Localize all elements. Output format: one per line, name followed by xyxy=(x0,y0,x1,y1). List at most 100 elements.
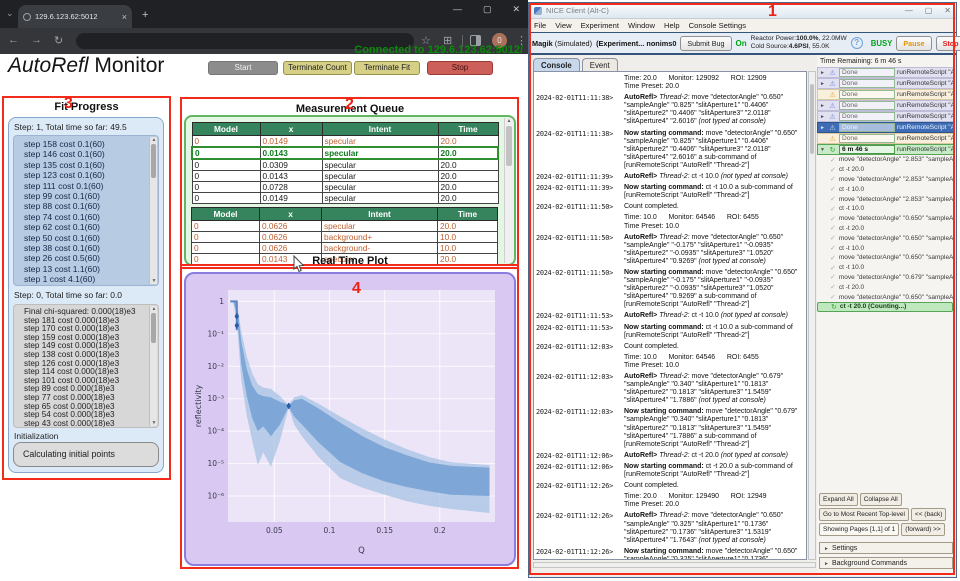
check-icon: ✓ xyxy=(830,224,836,232)
queue-subitem[interactable]: ✓move "detectorAngle" "0.650" "sampleAng… xyxy=(817,253,955,263)
queue-subitem[interactable]: ✓ct -t 20.0 xyxy=(817,224,955,234)
nice-close-button[interactable]: ✕ xyxy=(944,6,951,15)
browser-minimize-button[interactable]: — xyxy=(453,4,462,15)
fit-step1-list[interactable]: ▲▼ step 158 cost 0.1(60)step 146 cost 0.… xyxy=(13,135,159,286)
queue-row[interactable]: ⚠DonerunRemoteScript "AutoRe xyxy=(817,133,955,144)
menu-console-settings[interactable]: Console Settings xyxy=(689,21,746,30)
subitem-command-text: ct -t 10.0 xyxy=(839,186,864,193)
menu-file[interactable]: File xyxy=(534,21,546,30)
reflectivity-plot-svg: 110⁻¹10⁻²10⁻³10⁻⁴10⁻⁵10⁻⁶0.050.10.150.2r… xyxy=(192,278,504,558)
subitem-command-text: move "detectorAngle" "0.650" "sampleAngl… xyxy=(839,294,955,301)
help-icon[interactable]: ? xyxy=(851,37,863,49)
queue-subitem[interactable]: ✓ct -t 20.0 xyxy=(817,282,955,292)
queue-subitem[interactable]: ✓ct -t 10.0 xyxy=(817,243,955,253)
console-horizontal-scrollbar[interactable] xyxy=(533,562,816,568)
check-icon: ✓ xyxy=(830,264,836,272)
menu-experiment[interactable]: Experiment xyxy=(581,21,619,30)
start-button[interactable]: Start xyxy=(208,61,278,75)
submit-bug-button[interactable]: Submit Bug xyxy=(680,36,731,51)
reload-icon[interactable]: ↻ xyxy=(54,34,63,47)
menu-help[interactable]: Help xyxy=(664,21,680,30)
console-message: AutoRefl> Thread-2: ct -t 20.0 (not type… xyxy=(624,452,804,460)
console-timestamp: 2024-02-01T11:12:03> xyxy=(536,373,624,405)
tab-close-icon[interactable]: × xyxy=(122,12,127,22)
queue-row[interactable]: ►⚠DonerunRemoteScript "AutoRe xyxy=(817,111,955,122)
column-header: Model xyxy=(192,208,260,221)
queue-subitem[interactable]: ✓move "detectorAngle" "0.679" "sampleAng… xyxy=(817,273,955,283)
nice-stop-button[interactable]: Stop xyxy=(936,36,960,51)
scrollbar[interactable]: ▲ xyxy=(504,118,513,263)
tab-console[interactable]: Console xyxy=(533,58,580,72)
console-message: Now starting command: move "detectorAngl… xyxy=(624,130,804,170)
nice-maximize-button[interactable]: ▢ xyxy=(925,6,933,15)
queue-subitem[interactable]: ✓move "detectorAngle" "0.650" "sampleAng… xyxy=(817,233,955,243)
expand-icon[interactable]: ► xyxy=(819,103,826,109)
queue-subitem[interactable]: ✓ct -t 10.0 xyxy=(817,184,955,194)
new-tab-button[interactable]: + xyxy=(142,9,148,21)
console-entry: 2024-02-01T11:12:26>Count completed. xyxy=(536,482,804,490)
tab-search-chevron-icon[interactable]: ⌄ xyxy=(6,8,14,19)
browser-tab[interactable]: 129.6.123.62:5012 × xyxy=(18,5,132,28)
console-vertical-scrollbar[interactable] xyxy=(808,71,816,560)
console-message: Now starting command: ct -t 20.0 a sub-c… xyxy=(624,463,804,479)
status-badge: 6 m 46 s xyxy=(839,145,895,154)
pause-button[interactable]: Pause xyxy=(896,36,931,51)
page-forward-button[interactable]: (forward) >> xyxy=(901,523,944,536)
page-back-button[interactable]: << (back) xyxy=(911,508,946,521)
scrollbar[interactable]: ▲▼ xyxy=(149,306,157,426)
queue-subitem[interactable]: ✓move "detectorAngle" "2.853" "sampleAng… xyxy=(817,155,955,165)
queue-row[interactable]: ▼↻6 m 46 srunRemoteScript "AutoRe xyxy=(817,144,955,155)
console-log[interactable]: Time: 20.0 Monitor: 129092 ROI: 12909 Ti… xyxy=(533,71,807,560)
expand-all-button[interactable]: Expand All xyxy=(819,493,858,506)
browser-close-button[interactable]: ✕ xyxy=(512,4,520,15)
expand-icon[interactable]: ► xyxy=(819,125,826,131)
browser-maximize-button[interactable]: ▢ xyxy=(483,4,492,15)
warning-icon: ⚠ xyxy=(828,135,837,143)
check-icon: ✓ xyxy=(830,205,836,213)
expand-icon[interactable]: ► xyxy=(819,70,826,76)
queue-subitem[interactable]: ✓ct -t 10.0 xyxy=(817,263,955,273)
console-timestamp xyxy=(536,214,624,230)
queue-row[interactable]: ⚠DonerunRemoteScript "AutoRe xyxy=(817,89,955,100)
queue-subitem[interactable]: ✓ct -t 10.0 xyxy=(817,204,955,214)
queue-row[interactable]: ►⚠DonerunRemoteScript "AutoRe xyxy=(817,78,955,89)
svg-text:10⁻²: 10⁻² xyxy=(207,362,224,371)
queue-subitem[interactable]: ✓move "detectorAngle" "0.650" "sampleAng… xyxy=(817,214,955,224)
queue-subitem[interactable]: ↻ct -t 20.0 (Counting...) xyxy=(817,302,953,312)
terminate-count-button[interactable]: Terminate Count xyxy=(283,61,352,75)
check-icon: ✓ xyxy=(830,175,836,183)
console-message: AutoRefl> Thread-2: ct -t 10.0 (not type… xyxy=(624,312,804,320)
queue-subitem[interactable]: ✓move "detectorAngle" "2.853" "sampleAng… xyxy=(817,194,955,204)
collapse-icon[interactable]: ▼ xyxy=(819,147,826,153)
back-icon[interactable]: ← xyxy=(8,34,19,46)
queue-row[interactable]: ►⚠DonerunRemoteScript "AutoRe xyxy=(817,122,955,133)
go-most-recent-button[interactable]: Go to Most Recent Top-level xyxy=(819,508,909,521)
subitem-command-text: ct -t 10.0 xyxy=(839,264,864,271)
settings-accordion[interactable]: ►Settings xyxy=(819,542,953,554)
expand-icon[interactable]: ► xyxy=(819,114,826,120)
background-commands-accordion[interactable]: ►Background Commands xyxy=(819,557,953,569)
nice-title-bar[interactable]: NICE Client (Alt-C) — ▢ ✕ xyxy=(529,3,956,19)
stop-button[interactable]: Stop xyxy=(427,61,493,75)
console-timestamp: 2024-02-01T11:11:39> xyxy=(536,173,624,181)
check-icon: ✓ xyxy=(830,293,836,301)
expand-icon[interactable]: ► xyxy=(819,81,826,87)
init-status-button[interactable]: Calculating initial points xyxy=(13,442,159,467)
queue-row[interactable]: ►⚠DonerunRemoteScript "AutoRe xyxy=(817,100,955,111)
scrollbar[interactable]: ▲▼ xyxy=(149,137,157,284)
menu-view[interactable]: View xyxy=(555,21,571,30)
queue-subitem[interactable]: ✓move "detectorAngle" "0.650" "sampleAng… xyxy=(817,292,955,302)
busy-indicator: BUSY xyxy=(871,39,893,48)
menu-window[interactable]: Window xyxy=(628,21,655,30)
tab-event[interactable]: Event xyxy=(582,58,618,72)
nice-minimize-button[interactable]: — xyxy=(905,6,913,15)
queue-subitem[interactable]: ✓ct -t 20.0 xyxy=(817,165,955,175)
warning-icon: ⚠ xyxy=(828,102,837,110)
queue-row[interactable]: ►⚠DonerunRemoteScript "AutoRe xyxy=(817,67,955,78)
fit-step0-list[interactable]: ▲▼ Final chi-squared: 0.000(18)e3step 18… xyxy=(13,304,159,428)
queue-subitem[interactable]: ✓move "detectorAngle" "2.853" "sampleAng… xyxy=(817,175,955,185)
collapse-all-button[interactable]: Collapse All xyxy=(860,493,902,506)
forward-icon[interactable]: → xyxy=(31,34,42,46)
terminate-fit-button[interactable]: Terminate Fit xyxy=(354,61,420,75)
svg-text:10⁻⁴: 10⁻⁴ xyxy=(207,427,224,436)
